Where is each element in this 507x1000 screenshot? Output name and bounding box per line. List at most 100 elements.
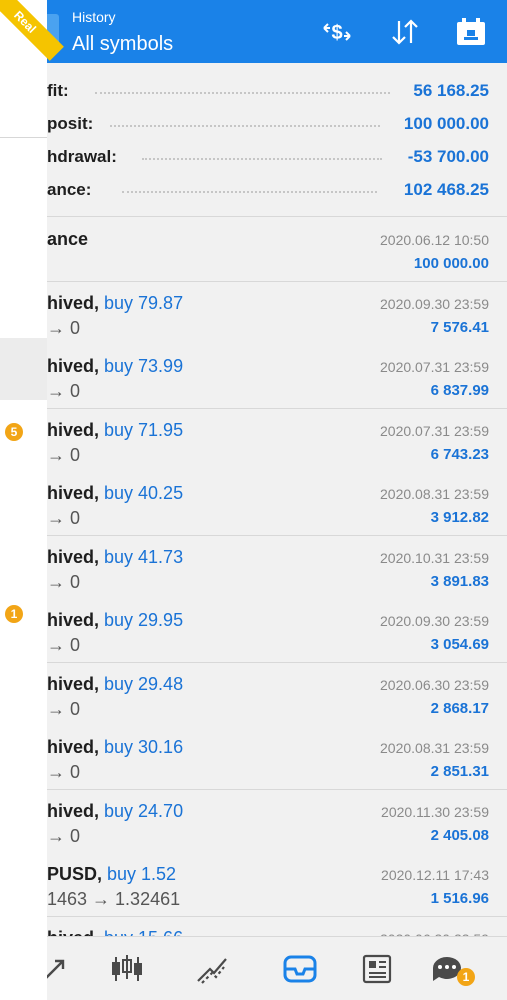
item-title: hived, buy 79.87 [47, 293, 183, 314]
summary-row-balance: ance: 102 468.25 [47, 176, 507, 206]
item-amount: 7 576.41 [430, 318, 489, 336]
history-item[interactable]: hived, buy 30.16 → 0 2020.08.31 23:59 2 851… [47, 726, 507, 790]
item-price-change: → 0 [47, 825, 81, 846]
summary-label: posit: [47, 114, 94, 133]
item-price-change: → 0 [47, 444, 81, 465]
item-date: 2020.07.31 23:59 [380, 422, 489, 439]
summary-row-withdrawal: hdrawal: -53 700.00 [47, 143, 507, 173]
item-deal: buy 1.52 [102, 864, 177, 884]
item-amount: 3 054.69 [430, 636, 489, 653]
account-type-ribbon: Real [0, 0, 70, 70]
svg-text:$: $ [331, 22, 342, 44]
item-amount: 3 912.82 [430, 509, 489, 526]
item-title: PUSD, buy 1.52 [47, 864, 176, 885]
summary-label: ance: [47, 180, 92, 199]
item-amount: 3 891.83 [430, 572, 489, 590]
side-drawer: 5 1 [0, 0, 47, 1000]
item-symbol: hived, [47, 483, 100, 503]
app-header: History All symbols $ [47, 0, 507, 63]
item-title: ance [47, 229, 88, 250]
history-item[interactable]: hived, buy 79.87 → 0 2020.09.30 23:59 7 576… [47, 281, 507, 346]
history-item[interactable]: PUSD, buy 1.52 1463 → 1.32461 2020.12.11 1… [47, 853, 507, 917]
item-price-change: → 0 [47, 317, 81, 338]
item-title: hived, buy 73.99 [47, 356, 183, 377]
item-deal: buy 71.95 [99, 419, 184, 440]
summary-block: fit: 56 168.25 posit: 100 000.00 hdrawal… [47, 63, 507, 217]
candlestick-chart-icon[interactable] [105, 947, 149, 991]
history-panel: History All symbols $ fit: 56 168.25 pos… [47, 0, 507, 1000]
summary-value: 56 168.25 [413, 81, 489, 100]
trade-icon[interactable] [47, 947, 77, 991]
header-subtitle: History [72, 9, 116, 25]
item-date: 2020.08.31 23:59 [380, 486, 489, 502]
item-price-change: → 0 [47, 381, 81, 401]
history-item[interactable]: hived, buy 29.95 → 0 2020.09.30 23:59 3 054… [47, 599, 507, 663]
item-date: 2020.08.31 23:59 [380, 740, 489, 756]
history-item[interactable]: ance 2020.06.12 10:50 100 000.00 [47, 218, 507, 282]
summary-value: -53 700.00 [407, 147, 489, 166]
item-date: 2020.09.30 23:59 [380, 295, 489, 312]
dotted-leader [142, 158, 382, 160]
item-price-change: → 0 [47, 508, 81, 528]
item-deal: buy 29.95 [99, 610, 184, 630]
calendar-icon[interactable] [454, 16, 488, 48]
item-title: hived, buy 29.95 [47, 610, 183, 631]
item-title: hived, buy 71.95 [47, 420, 183, 441]
item-symbol: hived, [47, 356, 100, 376]
drawer-badge: 1 [5, 605, 23, 623]
summary-label: hdrawal: [47, 147, 117, 166]
item-price-change: → 0 [47, 698, 81, 719]
item-symbol: hived, [47, 673, 100, 694]
history-item[interactable]: hived, buy 73.99 → 0 2020.07.31 23:59 6 837… [47, 345, 507, 409]
item-symbol: hived, [47, 737, 100, 757]
item-title: hived, buy 24.70 [47, 801, 183, 822]
item-symbol: hived, [47, 419, 100, 440]
item-deal: buy 41.73 [99, 546, 184, 567]
chat-badge: 1 [457, 968, 475, 986]
item-amount: 6 743.23 [430, 445, 489, 463]
item-deal: buy 40.25 [99, 483, 184, 503]
news-icon[interactable] [355, 947, 399, 991]
history-item[interactable]: hived, buy 71.95 → 0 2020.07.31 23:59 6 743… [47, 408, 507, 473]
drawer-item-selected[interactable] [0, 338, 47, 400]
history-item[interactable]: hived, buy 24.70 → 0 2020.11.30 23:59 2 405… [47, 789, 507, 854]
item-amount: 100 000.00 [413, 255, 489, 272]
summary-row-deposit: posit: 100 000.00 [47, 110, 507, 140]
header-title[interactable]: All symbols [72, 33, 173, 56]
item-amount: 2 868.17 [430, 699, 489, 717]
item-amount: 6 837.99 [430, 382, 489, 399]
item-symbol: hived, [47, 546, 100, 567]
dollar-exchange-icon[interactable]: $ [320, 16, 354, 48]
item-title: hived, buy 40.25 [47, 483, 183, 504]
line-chart-icon[interactable] [190, 947, 234, 991]
item-price-change: → 0 [47, 635, 81, 655]
item-title: hived, buy 30.16 [47, 737, 183, 758]
summary-value: 100 000.00 [403, 114, 489, 133]
item-date: 2020.07.31 23:59 [380, 359, 489, 375]
item-date: 2020.09.30 23:59 [380, 613, 489, 629]
item-symbol: PUSD, [47, 864, 103, 884]
dotted-leader [110, 125, 380, 127]
sort-icon[interactable] [388, 16, 422, 48]
item-symbol: ance [47, 229, 89, 249]
item-title: hived, buy 41.73 [47, 547, 183, 568]
summary-label: fit: [47, 81, 69, 100]
history-item[interactable]: hived, buy 29.48 → 0 2020.06.30 23:59 2 868… [47, 662, 507, 727]
history-item[interactable]: hived, buy 41.73 → 0 2020.10.31 23:59 3 891… [47, 535, 507, 600]
history-inbox-icon[interactable] [278, 947, 322, 991]
item-amount: 2 851.31 [430, 763, 489, 780]
item-date: 2020.11.30 23:59 [381, 803, 489, 820]
item-amount: 1 516.96 [430, 890, 489, 907]
dotted-leader [95, 92, 390, 94]
drawer-badge: 5 [5, 423, 23, 441]
summary-value: 102 468.25 [403, 180, 489, 199]
summary-row-profit: fit: 56 168.25 [47, 77, 507, 107]
item-deal: buy 29.48 [99, 673, 184, 694]
item-symbol: hived, [47, 610, 100, 630]
drawer-divider [0, 137, 47, 138]
item-symbol: hived, [47, 292, 100, 313]
item-title: hived, buy 29.48 [47, 674, 183, 695]
history-item[interactable]: hived, buy 40.25 → 0 2020.08.31 23:59 3 912… [47, 472, 507, 536]
item-deal: buy 24.70 [99, 800, 184, 821]
item-amount: 2 405.08 [430, 826, 489, 844]
